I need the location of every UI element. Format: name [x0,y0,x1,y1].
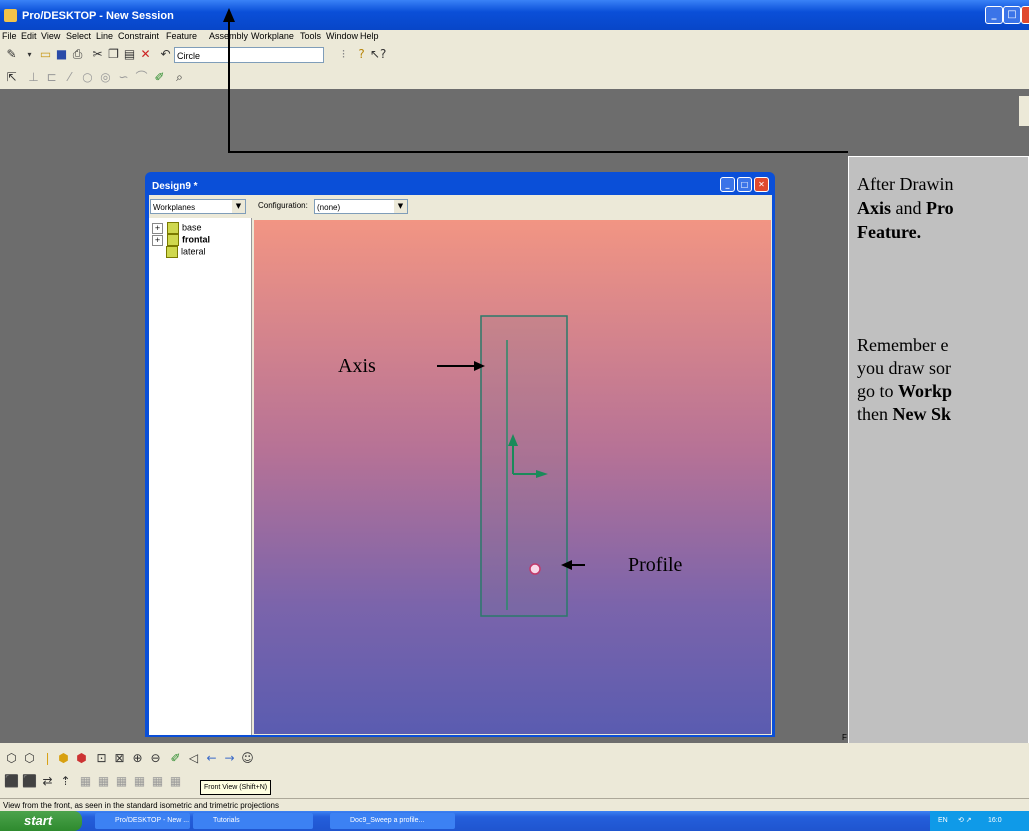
task-doc9[interactable]: Doc9_Sweep a profile... [330,813,455,829]
smiley-icon[interactable]: ☺ [240,751,255,766]
view-toolbars: ⬡ ⬡ ❘ ⬢ ⬢ ⊡ ⊠ ⊕ ⊖ ✐ ◁ ← → ☺ ⬛ ⬛ ⇄ ⇡ ▦ ▦ … [0,743,1029,798]
zoom-window-icon[interactable]: ⊠ [112,751,127,766]
zoom-in-icon[interactable]: ⊕ [130,751,145,766]
pan-icon[interactable]: ✐ [168,751,183,766]
language-indicator[interactable]: EN [938,811,948,831]
view-a-icon[interactable]: ▦ [78,774,93,789]
task-tutorials[interactable]: Tutorials [193,813,313,829]
callout-line-1: After Drawin [857,174,954,194]
callout-arrowhead-icon [223,8,235,22]
view-e-icon[interactable]: ▦ [150,774,165,789]
remember-line-1: Remember e [857,335,949,355]
zoom-out-icon[interactable]: ⊖ [148,751,163,766]
profile-circle[interactable] [529,563,541,575]
profile-annotation: Profile [628,554,683,576]
side-view-icon[interactable]: ⇄ [40,774,55,789]
tooltip: Front View (Shift+N) [200,780,272,795]
callout-profile-bold: Pro [926,198,954,218]
start-button[interactable]: start [0,811,82,831]
instruction-callout [848,156,1029,744]
arrow-left-icon[interactable]: ← [204,751,219,766]
callout-line-2: Axis and Pro [857,198,954,219]
callout-axis-bold: Axis [857,198,892,218]
shade-icon[interactable]: ⬢ [56,751,71,766]
task-prodesktop[interactable]: Pro/DESKTOP - New ... [95,813,190,829]
view-f-icon[interactable]: ▦ [168,774,183,789]
remember-go-to: go to [857,381,899,401]
callout-line-3: Feature. [857,222,922,242]
clock: 16:0 [988,817,1002,824]
tray-icons[interactable]: ⟲ ↗ [958,811,972,831]
remember-then: then [857,404,893,424]
view-d-icon[interactable]: ▦ [132,774,147,789]
top-view-icon[interactable]: ⇡ [58,774,73,789]
zoom-fit-icon[interactable]: ⊡ [94,751,109,766]
remember-new-sketch-bold: New Sk [892,404,952,424]
system-tray: EN ⟲ ↗ 16:0 [930,811,1029,831]
view-tri-icon[interactable]: ⬡ [22,751,37,766]
back-view-icon[interactable]: ⬛ [22,774,37,789]
status-bar: View from the front, as seen in the stan… [0,798,1029,811]
remember-line-3: go to Workp [857,381,952,402]
arrow-right-icon[interactable]: → [222,751,237,766]
callout-and: and [891,198,927,218]
light-icon[interactable]: ❘ [40,751,55,766]
remember-line-2: you draw sor [857,358,951,378]
rotate-left-icon[interactable]: ◁ [186,751,201,766]
side-marker: F [842,733,847,742]
render-icon[interactable]: ⬢ [74,751,89,766]
front-view-icon[interactable]: ⬛ [4,774,19,789]
view-iso-icon[interactable]: ⬡ [4,751,19,766]
view-c-icon[interactable]: ▦ [114,774,129,789]
remember-line-4: then New Sk [857,404,951,425]
axis-annotation: Axis [338,355,376,377]
remember-workplane-bold: Workp [898,381,953,401]
callout-connector-line [228,16,848,153]
view-b-icon[interactable]: ▦ [96,774,111,789]
workplane-rect[interactable] [480,315,568,617]
